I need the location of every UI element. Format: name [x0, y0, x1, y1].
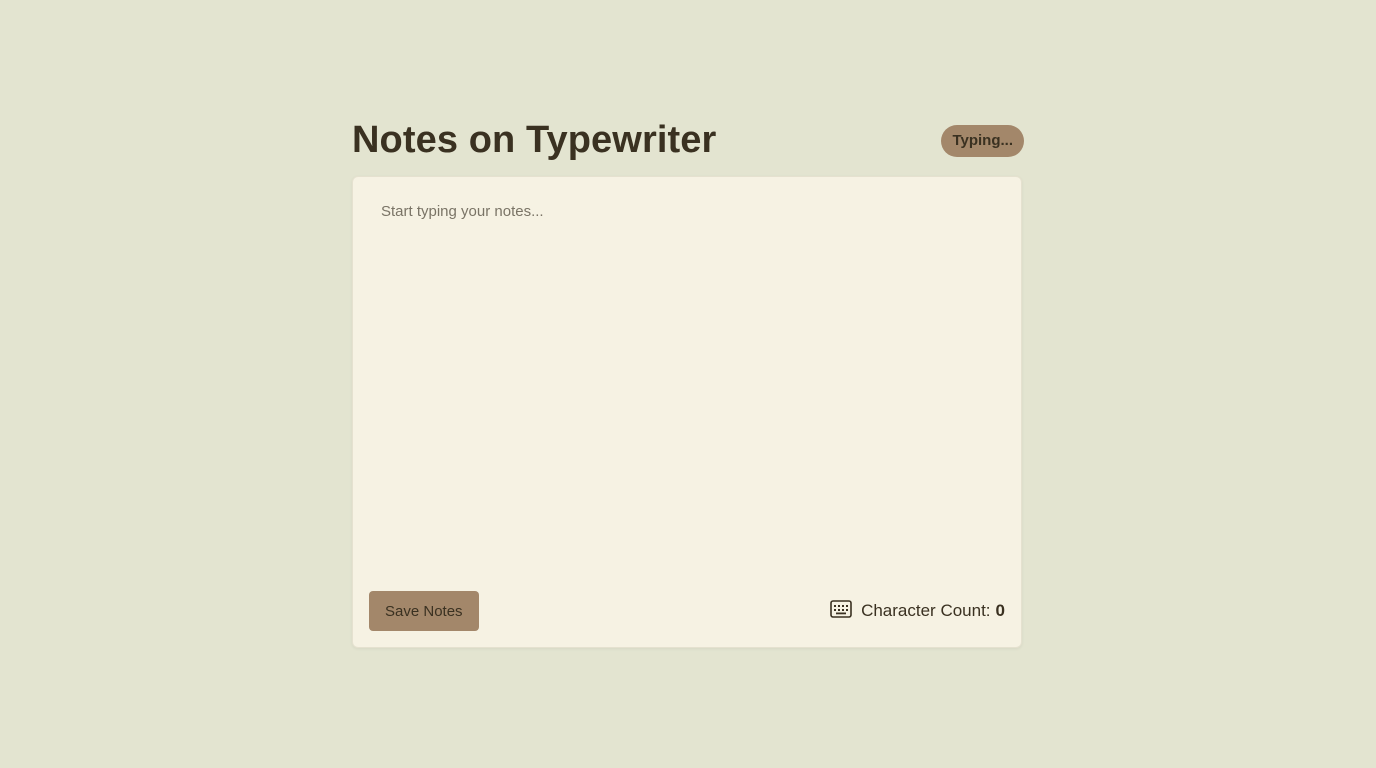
- header: Notes on Typewriter Typing...: [352, 112, 1024, 168]
- card-footer: Save Notes Character Count: 0: [369, 591, 1005, 631]
- notes-textarea[interactable]: [369, 193, 1007, 583]
- character-count-value: 0: [995, 601, 1005, 620]
- save-notes-button[interactable]: Save Notes: [369, 591, 479, 631]
- page-title: Notes on Typewriter: [352, 118, 717, 161]
- app-container: Notes on Typewriter Typing... Save Notes: [352, 112, 1024, 648]
- notes-card: Save Notes Cha: [352, 176, 1022, 648]
- character-count-label: Character Count:: [861, 601, 991, 620]
- character-counter: Character Count: 0: [830, 599, 1005, 623]
- keyboard-icon: [830, 599, 861, 623]
- status-badge: Typing...: [941, 124, 1024, 157]
